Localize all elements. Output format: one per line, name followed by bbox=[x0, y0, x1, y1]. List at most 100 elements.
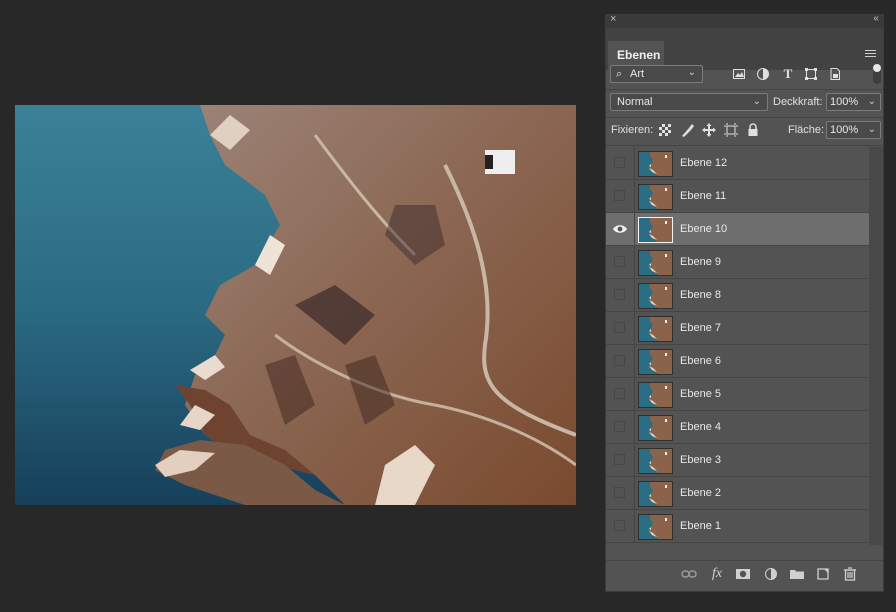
mask-icon[interactable] bbox=[735, 566, 751, 582]
layer-visibility-toggle[interactable] bbox=[606, 378, 635, 410]
lock-label: Fixieren: bbox=[611, 124, 654, 136]
layer-name[interactable]: Ebene 11 bbox=[680, 190, 726, 202]
filter-kind-label: Art bbox=[630, 68, 645, 80]
type-filter-icon[interactable]: T bbox=[781, 67, 795, 81]
document-canvas[interactable] bbox=[15, 105, 576, 505]
smart-object-filter-icon[interactable] bbox=[828, 67, 842, 81]
layer-visibility-toggle[interactable] bbox=[606, 279, 635, 311]
chevron-down-icon: ⌄ bbox=[752, 96, 761, 107]
image-filter-icon[interactable] bbox=[732, 67, 746, 81]
layer-name[interactable]: Ebene 8 bbox=[680, 289, 721, 301]
fill-value: 100% bbox=[830, 124, 859, 136]
layer-name[interactable]: Ebene 10 bbox=[680, 223, 727, 235]
group-folder-icon[interactable] bbox=[789, 566, 805, 582]
trash-icon[interactable] bbox=[842, 566, 858, 582]
layer-thumbnail[interactable] bbox=[638, 316, 673, 342]
blend-opacity-row: Normal ⌄ Deckkraft: 100% ⌄ bbox=[606, 92, 883, 114]
layer-thumbnail[interactable] bbox=[638, 151, 673, 177]
hidden-visibility-box bbox=[614, 421, 625, 432]
layer-name[interactable]: Ebene 9 bbox=[680, 256, 721, 268]
layer-row[interactable]: Ebene 1 bbox=[606, 510, 869, 543]
layer-visibility-toggle[interactable] bbox=[606, 477, 635, 509]
layer-row[interactable]: Ebene 12 bbox=[606, 147, 869, 180]
blend-mode-select[interactable]: Normal ⌄ bbox=[610, 93, 768, 111]
layer-thumbnail[interactable] bbox=[638, 514, 673, 540]
layer-row[interactable]: Ebene 2 bbox=[606, 477, 869, 510]
opacity-value: 100% bbox=[830, 96, 859, 108]
layer-row[interactable]: Ebene 4 bbox=[606, 411, 869, 444]
fx-icon[interactable]: fx bbox=[709, 566, 725, 582]
layer-row[interactable]: Ebene 11 bbox=[606, 180, 869, 213]
layer-row[interactable]: Ebene 8 bbox=[606, 279, 869, 312]
layer-name[interactable]: Ebene 3 bbox=[680, 454, 721, 466]
lock-position-icon[interactable] bbox=[701, 122, 717, 138]
lock-transparent-pixels-icon[interactable] bbox=[657, 122, 673, 138]
close-panel-icon[interactable]: × bbox=[610, 13, 616, 25]
lock-fill-row: Fixieren: Fläche: 100% ⌄ bbox=[606, 120, 883, 142]
layer-name[interactable]: Ebene 2 bbox=[680, 487, 721, 499]
layer-row[interactable]: Ebene 10 bbox=[606, 213, 869, 246]
layer-thumbnail[interactable] bbox=[638, 283, 673, 309]
layer-thumbnail[interactable] bbox=[638, 382, 673, 408]
chevron-down-icon: ⌄ bbox=[867, 96, 876, 107]
layer-name[interactable]: Ebene 7 bbox=[680, 322, 721, 334]
panel-title-bar: × ‹‹ bbox=[606, 13, 883, 28]
new-layer-icon[interactable] bbox=[815, 566, 831, 582]
opacity-field[interactable]: 100% ⌄ bbox=[826, 93, 881, 111]
layer-row[interactable]: Ebene 5 bbox=[606, 378, 869, 411]
hidden-visibility-box bbox=[614, 520, 625, 531]
layer-thumbnail[interactable] bbox=[638, 415, 673, 441]
layer-thumbnail[interactable] bbox=[638, 448, 673, 474]
fill-label: Fläche: bbox=[788, 124, 825, 136]
chevron-down-icon: ⌄ bbox=[687, 67, 696, 78]
layer-visibility-toggle[interactable] bbox=[606, 213, 635, 245]
layer-row[interactable]: Ebene 9 bbox=[606, 246, 869, 279]
hidden-visibility-box bbox=[614, 289, 625, 300]
adjustment-filter-icon[interactable] bbox=[756, 67, 770, 81]
lock-image-pixels-icon[interactable] bbox=[679, 122, 695, 138]
filter-kind-select[interactable]: ⌕ Art ⌄ bbox=[610, 65, 703, 83]
layer-visibility-toggle[interactable] bbox=[606, 180, 635, 212]
layer-name[interactable]: Ebene 5 bbox=[680, 388, 721, 400]
opacity-label: Deckkraft: bbox=[773, 96, 823, 108]
layer-thumbnail[interactable] bbox=[638, 184, 673, 210]
layer-visibility-toggle[interactable] bbox=[606, 444, 635, 476]
layer-filter-row: ⌕ Art ⌄ T bbox=[606, 64, 883, 88]
lock-artboard-icon[interactable] bbox=[723, 122, 739, 138]
layer-visibility-toggle[interactable] bbox=[606, 411, 635, 443]
layers-scrollbar[interactable] bbox=[869, 147, 883, 545]
link-layers-icon[interactable] bbox=[681, 566, 697, 582]
blend-mode-value: Normal bbox=[617, 96, 653, 108]
eye-icon bbox=[612, 222, 628, 240]
hidden-visibility-box bbox=[614, 322, 625, 333]
layer-row[interactable]: Ebene 3 bbox=[606, 444, 869, 477]
fill-field[interactable]: 100% ⌄ bbox=[826, 121, 881, 139]
layer-row[interactable]: Ebene 6 bbox=[606, 345, 869, 378]
layer-visibility-toggle[interactable] bbox=[606, 147, 635, 179]
shape-filter-icon[interactable] bbox=[804, 67, 818, 81]
filter-toggle-switch[interactable] bbox=[873, 64, 881, 84]
layer-visibility-toggle[interactable] bbox=[606, 246, 635, 278]
hidden-visibility-box bbox=[614, 388, 625, 399]
layer-row[interactable]: Ebene 7 bbox=[606, 312, 869, 345]
layer-visibility-toggle[interactable] bbox=[606, 510, 635, 542]
layer-name[interactable]: Ebene 12 bbox=[680, 157, 727, 169]
layer-name[interactable]: Ebene 6 bbox=[680, 355, 721, 367]
adjustment-layer-icon[interactable] bbox=[763, 566, 779, 582]
layer-visibility-toggle[interactable] bbox=[606, 345, 635, 377]
layer-thumbnail[interactable] bbox=[638, 349, 673, 375]
layer-name[interactable]: Ebene 1 bbox=[680, 520, 721, 532]
layer-thumbnail[interactable] bbox=[638, 217, 673, 243]
panel-bottom-toolbar: fx bbox=[606, 560, 883, 587]
hidden-visibility-box bbox=[614, 454, 625, 465]
layer-visibility-toggle[interactable] bbox=[606, 312, 635, 344]
chevron-down-icon: ⌄ bbox=[867, 124, 876, 135]
hidden-visibility-box bbox=[614, 355, 625, 366]
lock-all-icon[interactable] bbox=[745, 122, 761, 138]
layer-name[interactable]: Ebene 4 bbox=[680, 421, 721, 433]
panel-menu-icon[interactable] bbox=[865, 50, 876, 59]
collapse-panel-icon[interactable]: ‹‹ bbox=[873, 13, 879, 24]
layer-thumbnail[interactable] bbox=[638, 481, 673, 507]
layer-thumbnail[interactable] bbox=[638, 250, 673, 276]
hidden-visibility-box bbox=[614, 256, 625, 267]
